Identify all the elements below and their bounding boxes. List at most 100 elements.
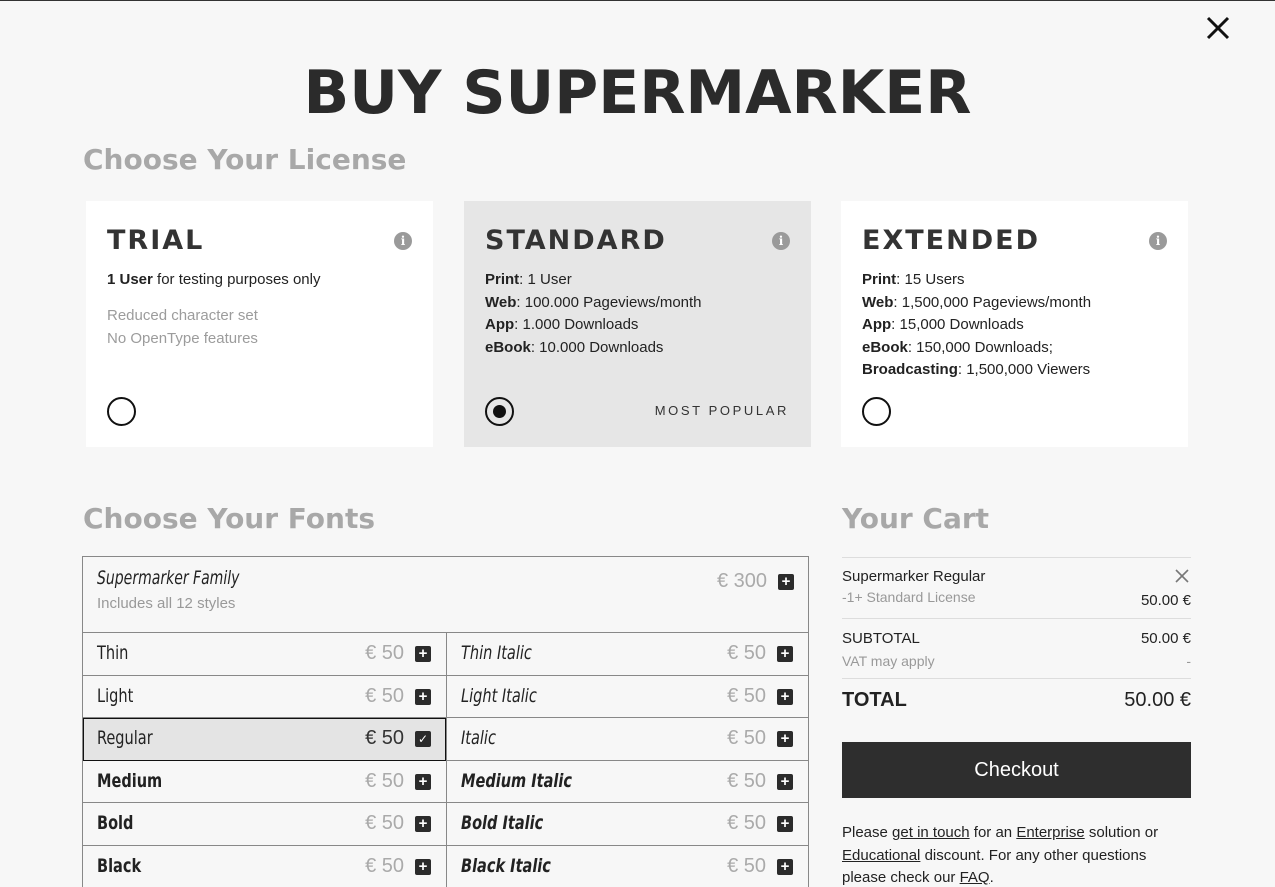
get-in-touch-link[interactable]: get in touch [892,824,970,841]
subtotal-value: 50.00 € [1140,630,1191,647]
license-feature: 1 User for testing purposes only [107,269,412,292]
license-feature-label: App [485,316,515,333]
license-feature-label: Web [862,293,894,311]
license-feature: Print: 15 Users [862,269,1167,292]
info-icon[interactable]: i [772,232,790,250]
educational-link[interactable]: Educational [842,847,920,864]
style-name: Thin Italic [461,642,532,664]
style-row-medium[interactable]: Medium € 50 + [83,761,446,803]
plus-square-icon[interactable]: + [777,773,793,790]
checkbox-checked-icon[interactable]: ✓ [415,731,431,747]
family-name: Supermarker Family [97,567,240,589]
license-feature-value: : 1 User [519,271,572,288]
license-feature-value: : 1.000 Downloads [514,316,639,333]
style-name: Black [97,854,142,877]
license-name: STANDARD [485,225,667,256]
plus-square-icon[interactable]: + [415,858,431,875]
license-feature: App: 15,000 Downloads [862,314,1167,337]
style-name: Regular [97,727,153,749]
cart-item-license: -1+ Standard License [842,589,976,605]
total-value: 50.00 € [1124,689,1191,711]
license-feature-label: 1 User [107,271,153,288]
style-name: Black Italic [461,854,551,877]
style-row-light[interactable]: Light € 50 + [83,676,446,718]
style-row-regular[interactable]: Regular € 50 ✓ [83,718,446,761]
license-name: TRIAL [107,225,205,256]
license-card-standard[interactable]: STANDARD i Print: 1 User Web: 100.000 Pagev… [464,201,811,447]
subtotal-row: SUBTOTAL VAT may apply 50.00 € - [842,618,1191,678]
style-row-bold[interactable]: Bold € 50 + [83,803,446,846]
license-feature-label: Print [862,271,897,288]
license-feature-value: : 15 Users [896,271,965,288]
style-price: € 50 [365,854,404,877]
style-row-thin-italic[interactable]: Thin Italic € 50 + [446,633,808,676]
remove-icon[interactable] [1175,569,1189,583]
style-price: € 50 [727,854,766,877]
cart-item-name: Supermarker Regular [842,568,986,585]
license-features: Print: 15 Users Web: 1,500,000 Pageviews/… [862,269,1167,382]
license-feature: Web: 100.000 Pageviews/month [485,292,790,315]
plus-square-icon[interactable]: + [777,688,793,705]
style-name: Light Italic [461,684,537,707]
most-popular-badge: MOST POPULAR [654,403,789,418]
style-price: € 50 [365,812,404,834]
style-price: € 50 [727,642,766,664]
style-row-black[interactable]: Black € 50 + [83,846,446,887]
style-row-black-italic[interactable]: Black Italic € 50 + [446,845,808,887]
license-feature-value: : 10.000 Downloads [530,338,664,356]
license-feature: eBook: 10.000 Downloads [485,337,790,360]
cart: Supermarker Regular -1+ Standard License… [842,557,1191,887]
style-name: Thin [97,642,129,664]
license-feature-value: : 150,000 Downloads; [907,338,1053,356]
plus-square-icon[interactable]: + [415,773,431,790]
plus-square-icon[interactable]: + [778,574,794,590]
plus-square-icon[interactable]: + [415,646,431,662]
style-name: Italic [461,727,496,749]
license-radio-standard[interactable] [485,397,514,426]
faq-link[interactable]: FAQ [960,869,990,886]
family-subtitle: Includes all 12 styles [97,595,236,612]
license-heading: Choose Your License [83,143,407,176]
license-card-extended[interactable]: EXTENDED i Print: 15 Users Web: 1,500,000 P… [841,201,1188,447]
help-text-part: . [989,869,994,886]
style-row-bold-italic[interactable]: Bold Italic € 50 + [446,803,808,846]
cart-item-price: 50.00 € [1140,592,1191,609]
style-row-italic[interactable]: Italic € 50 + [446,718,808,761]
enterprise-link[interactable]: Enterprise [1016,824,1084,841]
license-limitation: Reduced character set [107,306,258,324]
close-dialog-button[interactable] [1203,13,1233,43]
style-name: Medium Italic [461,769,572,792]
license-feature: eBook: 150,000 Downloads; [862,337,1167,360]
plus-square-icon[interactable]: + [777,731,793,747]
total-row: TOTAL 50.00 € [842,678,1191,738]
style-price: € 50 [727,727,766,749]
info-icon[interactable]: i [1149,232,1167,250]
total-label: TOTAL [842,689,907,711]
style-row-light-italic[interactable]: Light Italic € 50 + [446,675,808,718]
plus-square-icon[interactable]: + [777,858,793,875]
style-row-thin[interactable]: Thin € 50 + [83,633,446,676]
license-feature: Print: 1 User [485,269,790,292]
help-text-part: for an [969,824,1017,841]
style-name: Medium [97,769,163,792]
license-radio-trial[interactable] [107,397,136,426]
checkout-button[interactable]: Checkout [842,742,1191,798]
style-price: € 50 [727,769,766,792]
style-row-medium-italic[interactable]: Medium Italic € 50 + [446,760,808,803]
plus-square-icon[interactable]: + [415,688,431,705]
plus-square-icon[interactable]: + [777,816,793,832]
family-row[interactable]: Supermarker Family Includes all 12 style… [83,557,808,633]
license-feature-label: Print [485,271,520,288]
license-feature-label: eBook [485,338,531,356]
license-card-trial[interactable]: TRIAL i 1 User for testing purposes only Re… [86,201,433,447]
license-feature: App: 1.000 Downloads [485,314,790,337]
subtotal-label: SUBTOTAL [842,630,920,647]
close-icon [1206,16,1230,40]
license-feature-label: Broadcasting [862,361,958,378]
license-feature: Web: 1,500,000 Pageviews/month [862,292,1167,315]
info-icon[interactable]: i [394,232,412,250]
license-feature-value: : 1,500,000 Viewers [957,361,1091,378]
plus-square-icon[interactable]: + [777,646,793,662]
license-radio-extended[interactable] [862,397,891,426]
plus-square-icon[interactable]: + [415,816,431,832]
